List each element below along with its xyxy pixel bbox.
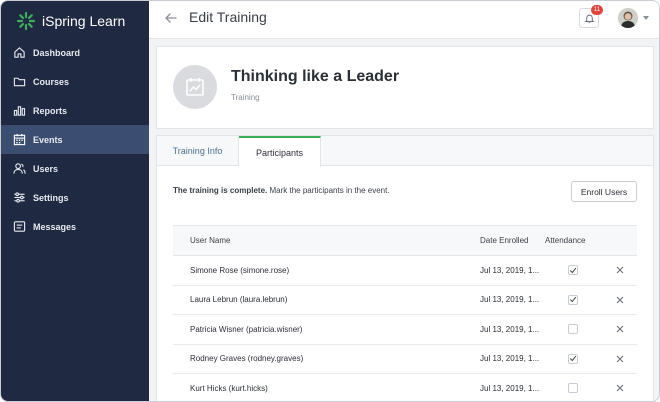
training-status: The training is complete. Mark the parti… [173, 186, 390, 195]
column-header-attendance: Attendance [545, 236, 586, 245]
table-row: Simone Rose (simone.rose) Jul 13, 2019, … [173, 256, 637, 286]
sidebar-nav: Dashboard Courses Reports Events Users S… [1, 38, 149, 241]
sidebar-item-label: Messages [33, 221, 77, 232]
remove-cell [603, 355, 637, 363]
participant-name: Simone Rose (simone.rose) [190, 265, 290, 275]
calendar-chart-icon [186, 78, 204, 96]
attendance-cell [543, 383, 603, 394]
sidebar-item-dashboard[interactable]: Dashboard [1, 38, 149, 67]
checkmark-icon [569, 297, 577, 303]
avatar-image [618, 8, 638, 28]
enrolled-date: Jul 13, 2019, 1... [480, 265, 540, 275]
participant-name: Laura Lebrun (laura.lebrun) [190, 295, 288, 305]
message-icon [13, 221, 26, 232]
attendance-checkbox[interactable] [568, 324, 578, 335]
table-row: Rodney Graves (rodney.graves) Jul 13, 20… [173, 345, 637, 374]
attendance-checkbox[interactable] [568, 353, 578, 364]
close-icon[interactable] [616, 266, 624, 274]
tab-participants[interactable]: Participants [239, 136, 321, 167]
sidebar-item-users[interactable]: Users [1, 154, 149, 183]
column-header-user-name[interactable]: User Name [173, 236, 463, 245]
enrolled-date: Jul 13, 2019, 1... [480, 324, 540, 334]
enrolled-date: Jul 13, 2019, 1... [480, 295, 540, 305]
bar-chart-icon [13, 106, 26, 116]
sidebar-item-settings[interactable]: Settings [1, 183, 149, 212]
sidebar-item-label: Events [33, 134, 63, 145]
table-row: Laura Lebrun (laura.lebrun) Jul 13, 2019… [173, 286, 637, 315]
attendance-checkbox[interactable] [568, 265, 578, 276]
enrolled-date: Jul 13, 2019, 1... [480, 383, 540, 393]
close-icon[interactable] [616, 325, 624, 333]
sidebar-item-courses[interactable]: Courses [1, 67, 149, 96]
page-title: Edit Training [189, 9, 267, 25]
attendance-cell [543, 294, 603, 305]
participant-name: Kurt Hicks (kurt.hicks) [190, 383, 268, 393]
remove-cell [603, 384, 637, 392]
attendance-checkbox[interactable] [568, 383, 578, 394]
close-icon[interactable] [616, 355, 624, 363]
sidebar: iSpring Learn Dashboard Courses Reports … [1, 1, 149, 401]
tab-training-info[interactable]: Training Info [157, 136, 239, 166]
sidebar-item-label: Courses [33, 76, 70, 87]
folder-icon [13, 77, 26, 87]
top-bar: Edit Training 11 [149, 1, 659, 39]
sidebar-item-events[interactable]: Events [1, 125, 149, 154]
users-icon [13, 163, 26, 174]
remove-cell [603, 266, 637, 274]
app-window: iSpring Learn Dashboard Courses Reports … [0, 0, 660, 402]
participant-name: Patricia Wisner (patricia.wisner) [190, 324, 303, 334]
attendance-checkbox[interactable] [568, 294, 578, 305]
checkmark-icon [569, 267, 577, 274]
sidebar-item-label: Users [33, 163, 59, 174]
remove-cell [603, 325, 637, 333]
sidebar-item-messages[interactable]: Messages [1, 212, 149, 241]
tab-bar: Training Info Participants [157, 136, 653, 167]
participant-name: Rodney Graves (rodney.graves) [190, 354, 304, 364]
sidebar-item-label: Settings [33, 192, 69, 203]
enroll-users-button[interactable]: Enroll Users [571, 181, 637, 202]
enrolled-date: Jul 13, 2019, 1... [480, 354, 540, 364]
participants-table: User Name Date Enrolled Attendance Simon… [173, 225, 637, 401]
training-type: Training [231, 93, 260, 102]
checkmark-icon [569, 356, 577, 362]
back-arrow-icon[interactable] [164, 11, 178, 25]
status-bold-text: The training is complete. [173, 186, 268, 195]
notification-count-badge: 11 [591, 5, 603, 15]
home-icon [14, 47, 25, 58]
table-header: User Name Date Enrolled Attendance [173, 225, 637, 256]
brand-name: iSpring Learn [42, 13, 126, 29]
sidebar-item-reports[interactable]: Reports [1, 96, 149, 125]
close-icon[interactable] [616, 296, 624, 304]
sidebar-item-label: Dashboard [33, 47, 81, 58]
ispring-logo-icon [16, 11, 36, 31]
attendance-cell [543, 353, 603, 364]
training-header: Thinking like a Leader Training [156, 46, 654, 129]
table-row: Patricia Wisner (patricia.wisner) Jul 13… [173, 315, 637, 345]
brand-logo[interactable]: iSpring Learn [16, 11, 125, 31]
attendance-cell [543, 324, 603, 335]
training-thumbnail [173, 65, 217, 109]
status-text: Mark the participants in the event. [267, 186, 390, 195]
user-avatar[interactable] [618, 8, 638, 28]
training-title: Thinking like a Leader [231, 68, 400, 85]
table-row: Kurt Hicks (kurt.hicks) Jul 13, 2019, 1.… [173, 374, 637, 401]
attendance-cell [543, 265, 603, 276]
sliders-icon [14, 192, 25, 203]
calendar-icon [13, 133, 26, 146]
participants-panel: Training Info Participants The training … [156, 135, 654, 401]
close-icon[interactable] [616, 384, 624, 392]
sidebar-item-label: Reports [33, 105, 68, 116]
remove-cell [603, 296, 637, 304]
chevron-down-icon[interactable] [642, 15, 650, 21]
column-header-date-enrolled[interactable]: Date Enrolled [463, 236, 543, 245]
